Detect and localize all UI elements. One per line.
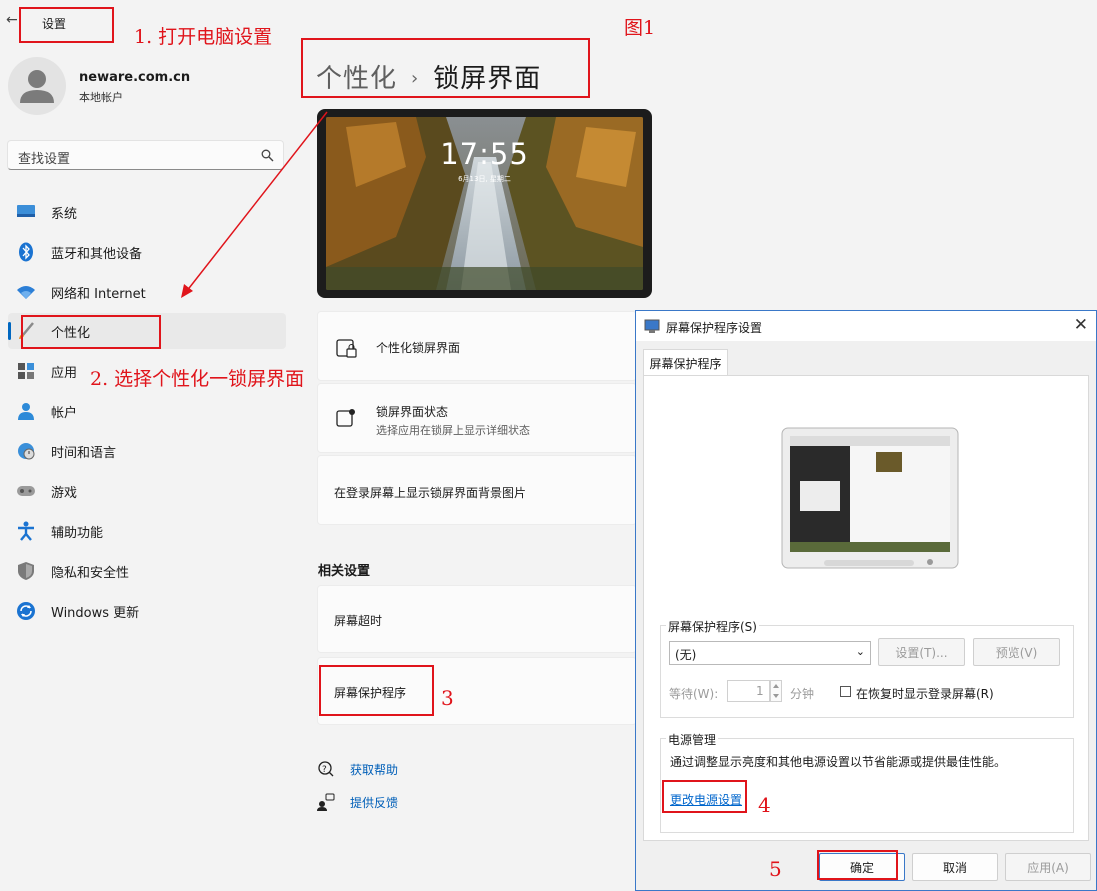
annotation-arrow	[181, 111, 328, 298]
